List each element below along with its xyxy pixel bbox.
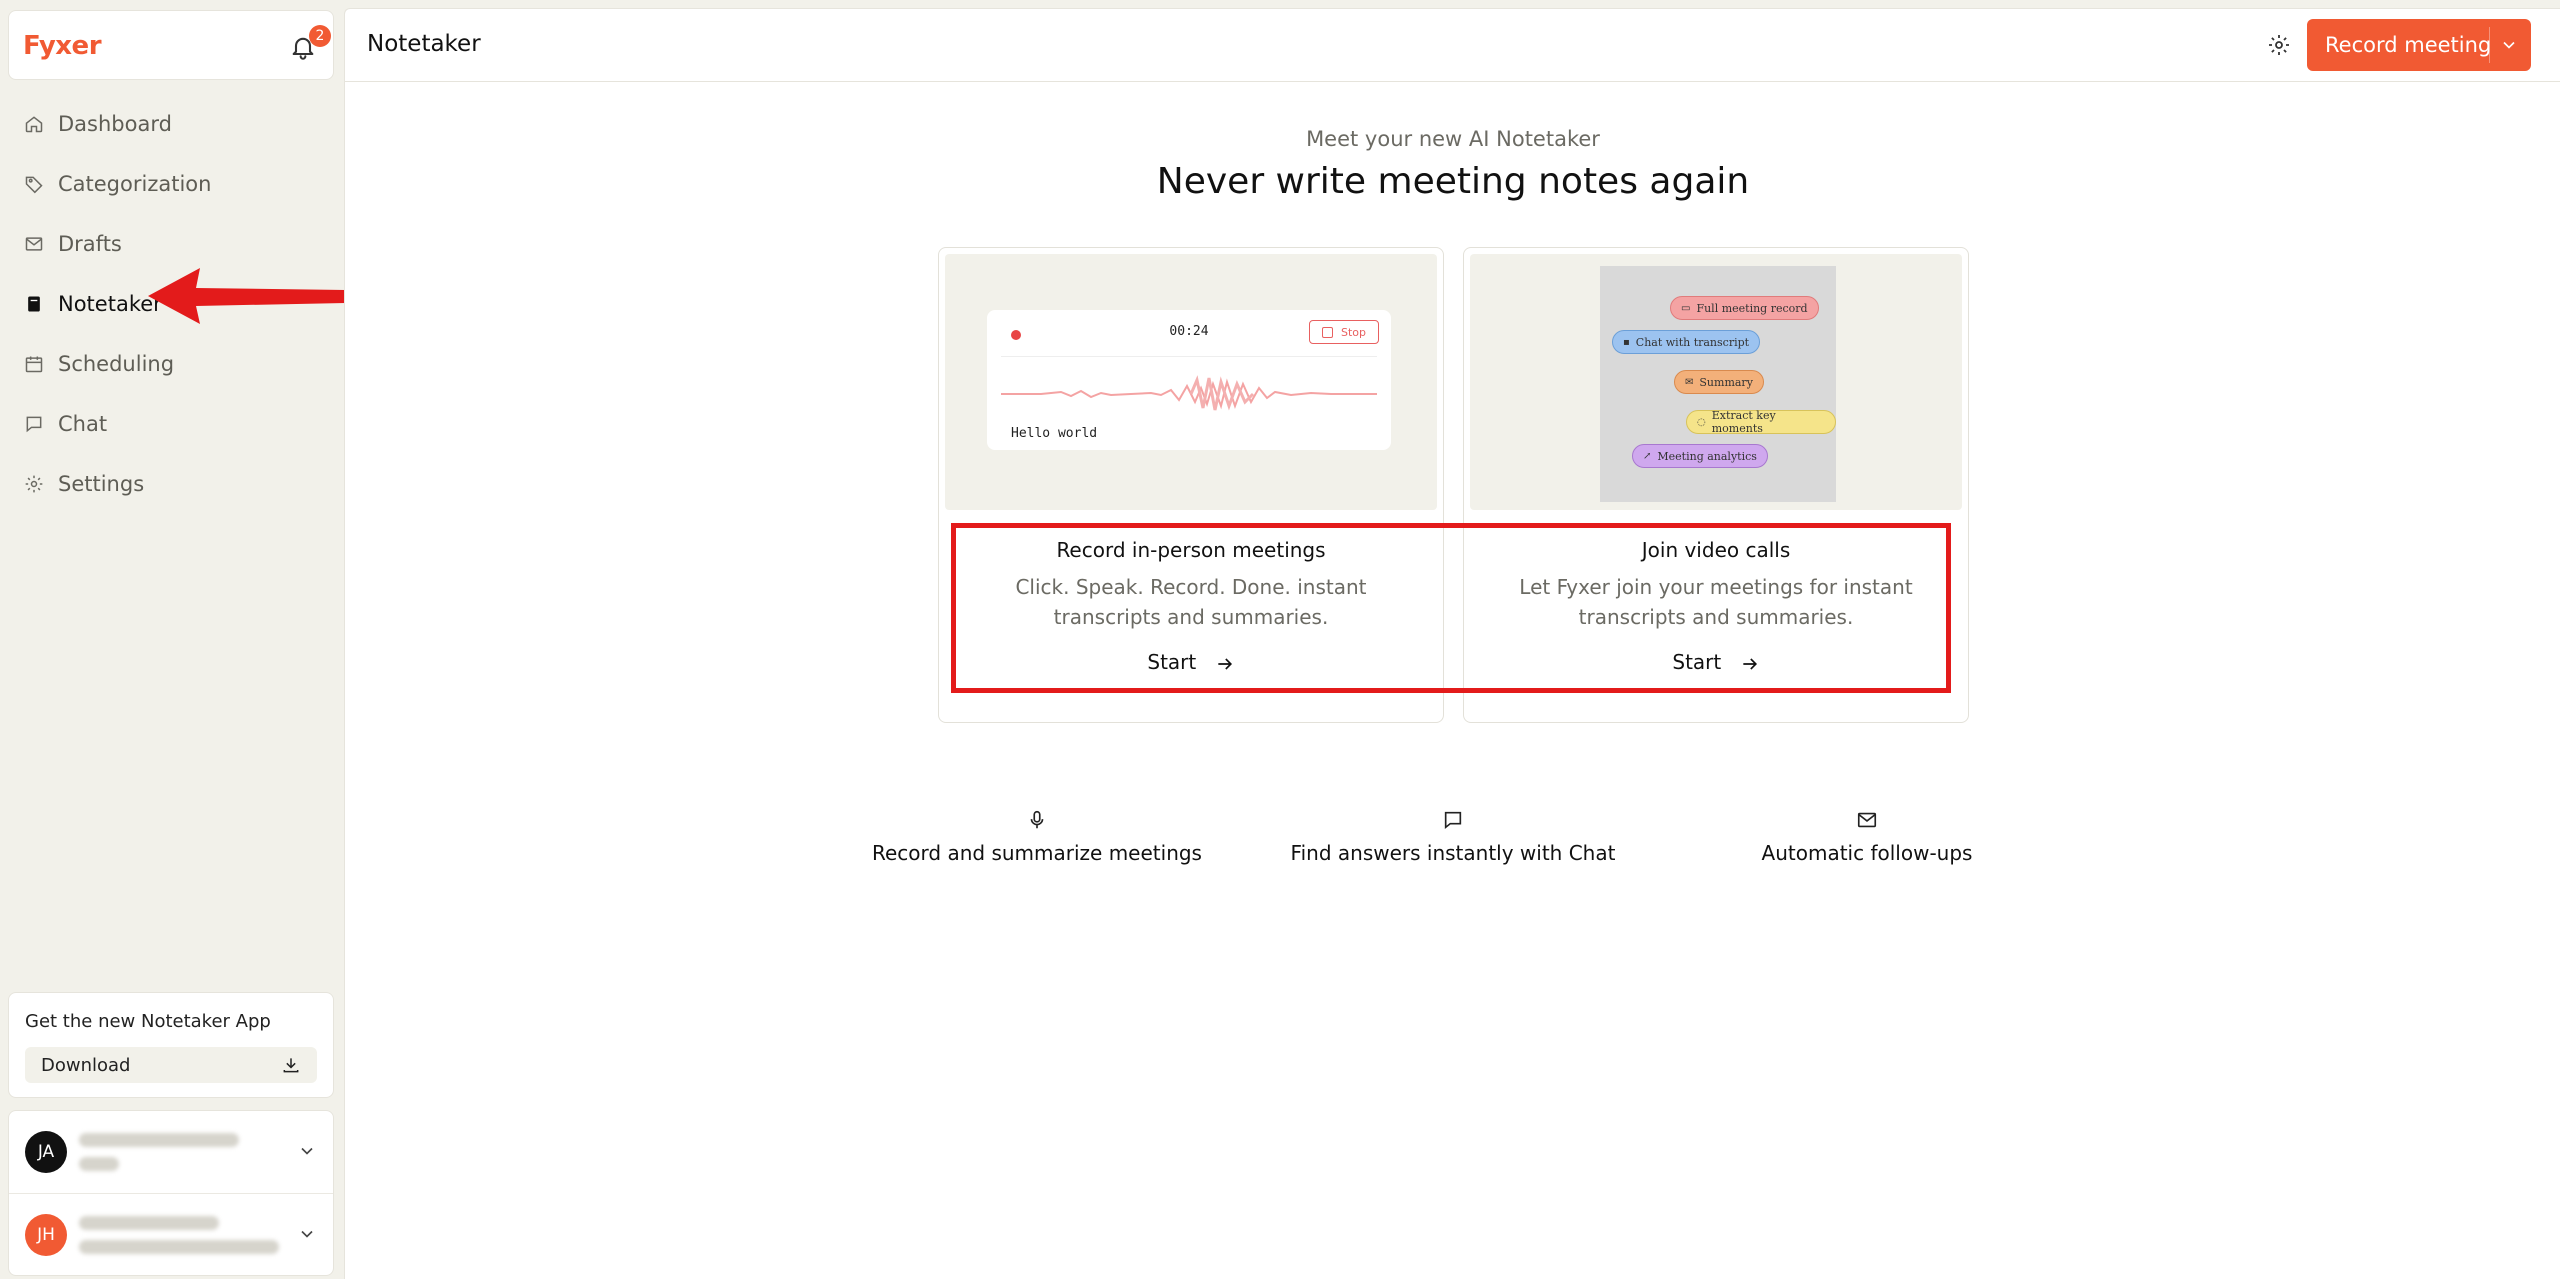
chat-icon	[26, 416, 42, 433]
start-link[interactable]: Start	[939, 650, 1443, 674]
sidebar-item-label: Scheduling	[58, 352, 175, 376]
arrow-right-icon	[1217, 657, 1232, 670]
sidebar-item-label: Dashboard	[58, 112, 172, 136]
stop-button: Stop	[1309, 320, 1379, 344]
pill-summary: ✉ Summary	[1674, 370, 1764, 394]
transcript-preview: Hello world	[1011, 426, 1098, 441]
download-icon	[283, 1058, 299, 1073]
chevron-down-icon[interactable]	[2499, 35, 2519, 55]
record-meeting-label: Record meeting	[2325, 33, 2492, 57]
chevron-down-icon[interactable]	[297, 1141, 317, 1161]
sidebar: Fyxer 2 Dashboard Categorization Drafts …	[0, 0, 493, 1278]
feature-label: Record and summarize meetings	[872, 841, 1202, 865]
sidebar-item-categorization[interactable]: Categorization	[0, 154, 344, 214]
fyxer-logo[interactable]: Fyxer	[23, 31, 102, 61]
microphone-icon	[1030, 810, 1044, 829]
sidebar-item-label: Categorization	[58, 172, 212, 196]
stop-icon	[1321, 326, 1333, 338]
gear-icon	[25, 475, 43, 493]
notebook-icon	[28, 296, 40, 312]
download-button[interactable]: Download	[25, 1047, 317, 1083]
recorder-widget: 00:24 Stop Hello world	[987, 310, 1391, 450]
pill-chat-with-transcript: ▪ Chat with transcript	[1612, 330, 1761, 354]
arrow-right-icon	[1742, 657, 1757, 670]
sidebar-item-chat[interactable]: Chat	[0, 394, 344, 454]
mail-icon	[25, 237, 43, 251]
notification-badge: 2	[309, 25, 331, 47]
sidebar-item-dashboard[interactable]: Dashboard	[0, 94, 344, 154]
settings-gear-icon[interactable]	[2267, 33, 2291, 57]
sidebar-item-scheduling[interactable]: Scheduling	[0, 334, 344, 394]
feature-record: Record and summarize meetings	[837, 809, 1237, 865]
promo-title: Get the new Notetaker App	[25, 1011, 271, 1032]
card-description: Click. Speak. Record. Done. instant tran…	[1015, 575, 1367, 629]
start-label: Start	[1672, 650, 1722, 674]
page-title: Notetaker	[367, 31, 481, 57]
card-title: Join video calls	[1641, 538, 1791, 562]
sidebar-item-label: Chat	[58, 412, 108, 436]
chat-bubble-icon	[1444, 811, 1462, 830]
pill-panel: ▭ Full meeting record ▪ Chat with transcri…	[1600, 266, 1836, 502]
main-panel: Notetaker Record meeting Meet your new A…	[344, 8, 2560, 1279]
pill-full-meeting-record: ▭ Full meeting record	[1670, 296, 1819, 320]
features-preview: ▭ Full meeting record ▪ Chat with transcri…	[1470, 254, 1962, 510]
brand-header: Fyxer 2	[8, 10, 334, 80]
card-title: Record in-person meetings	[1056, 538, 1326, 562]
notetaker-app-promo: Get the new Notetaker App Download	[8, 992, 334, 1098]
card-description: Let Fyxer join your meetings for instant…	[1519, 575, 1913, 629]
hero-subtitle: Meet your new AI Notetaker	[1306, 127, 1600, 151]
avatar: JH	[25, 1214, 67, 1256]
account-row[interactable]: JH	[9, 1193, 333, 1276]
join-video-calls-card[interactable]: ▭ Full meeting record ▪ Chat with transcri…	[1463, 247, 1969, 723]
sidebar-item-drafts[interactable]: Drafts	[0, 214, 344, 274]
pill-meeting-analytics: ↗ Meeting analytics	[1632, 444, 1768, 468]
home-icon	[25, 116, 43, 133]
sidebar-item-label: Drafts	[58, 232, 122, 256]
download-label: Download	[41, 1054, 131, 1076]
avatar: JA	[25, 1131, 67, 1173]
chevron-down-icon[interactable]	[297, 1224, 317, 1244]
waveform	[1001, 375, 1377, 411]
account-switcher: JA JH	[8, 1110, 334, 1276]
start-link[interactable]: Start	[1464, 650, 1968, 674]
hero-headline: Never write meeting notes again	[1156, 161, 1750, 202]
recorder-preview: 00:24 Stop Hello world	[945, 254, 1437, 510]
sidebar-item-label: Notetaker	[58, 292, 162, 316]
feature-label: Find answers instantly with Chat	[1290, 841, 1616, 865]
top-bar: Notetaker Record meeting	[345, 9, 2560, 82]
feature-follow-ups: Automatic follow-ups	[1667, 809, 2067, 865]
envelope-icon	[1857, 812, 1877, 828]
account-row[interactable]: JA	[9, 1111, 333, 1193]
sidebar-item-settings[interactable]: Settings	[0, 454, 344, 514]
stop-label: Stop	[1340, 325, 1366, 339]
pill-extract-key-moments: ◌ Extract key moments	[1686, 409, 1836, 435]
sidebar-item-label: Settings	[58, 472, 145, 496]
record-meeting-button[interactable]: Record meeting	[2307, 19, 2531, 71]
start-label: Start	[1147, 650, 1197, 674]
tag-icon	[25, 176, 43, 194]
record-in-person-card[interactable]: 00:24 Stop Hello world Record in-person …	[938, 247, 1444, 723]
calendar-icon	[25, 356, 43, 373]
feature-chat: Find answers instantly with Chat	[1253, 809, 1653, 865]
feature-label: Automatic follow-ups	[1761, 841, 1973, 865]
